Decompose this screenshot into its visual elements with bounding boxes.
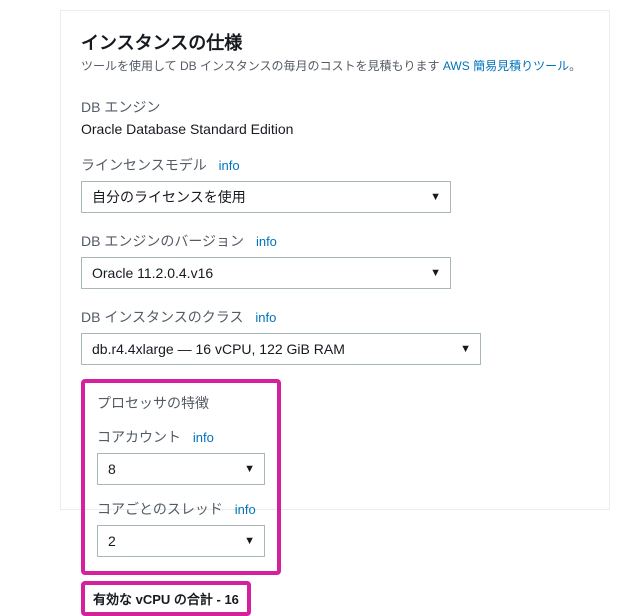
subheading-prefix: ツールを使用して DB インスタンスの毎月のコストを見積もります — [81, 59, 443, 73]
core-count-info-link[interactable]: info — [193, 430, 214, 445]
pricing-calculator-link[interactable]: AWS 簡易見積りツール — [443, 59, 569, 73]
processor-features-highlight: プロセッサの特徴 コアカウント info 8 ▼ コアごとのスレッド info … — [81, 379, 281, 575]
instance-class-field: DB インスタンスのクラス info db.r4.4xlarge — 16 vC… — [81, 307, 589, 365]
engine-version-info-link[interactable]: info — [256, 234, 277, 249]
threads-per-core-label: コアごとのスレッド — [97, 501, 223, 517]
instance-class-select[interactable]: db.r4.4xlarge — 16 vCPU, 122 GiB RAM — [81, 333, 481, 365]
vcpu-total-highlight: 有効な vCPU の合計 - 16 — [81, 581, 251, 616]
panel-heading: インスタンスの仕様 — [81, 29, 589, 55]
engine-version-field: DB エンジンのバージョン info Oracle 11.2.0.4.v16 ▼ — [81, 231, 589, 289]
engine-version-select[interactable]: Oracle 11.2.0.4.v16 — [81, 257, 451, 289]
instance-class-label: DB インスタンスのクラス — [81, 309, 244, 325]
core-count-field: コアカウント info 8 ▼ — [97, 427, 265, 485]
processor-features-title: プロセッサの特徴 — [97, 393, 265, 413]
license-model-field: ラインセンスモデル info 自分のライセンスを使用 ▼ — [81, 155, 589, 213]
db-engine-value: Oracle Database Standard Edition — [81, 121, 589, 137]
panel-subheading: ツールを使用して DB インスタンスの毎月のコストを見積もります AWS 簡易見… — [81, 57, 589, 75]
engine-version-label: DB エンジンのバージョン — [81, 233, 244, 249]
db-engine-label: DB エンジン — [81, 97, 589, 117]
threads-per-core-select[interactable]: 2 — [97, 525, 265, 557]
threads-per-core-info-link[interactable]: info — [235, 502, 256, 517]
subheading-suffix: 。 — [569, 59, 581, 73]
instance-class-info-link[interactable]: info — [255, 310, 276, 325]
core-count-label: コアカウント — [97, 429, 181, 445]
license-model-label: ラインセンスモデル — [81, 157, 207, 173]
core-count-select[interactable]: 8 — [97, 453, 265, 485]
license-model-select[interactable]: 自分のライセンスを使用 — [81, 181, 451, 213]
license-model-info-link[interactable]: info — [219, 158, 240, 173]
instance-spec-panel: インスタンスの仕様 ツールを使用して DB インスタンスの毎月のコストを見積もり… — [60, 10, 610, 510]
